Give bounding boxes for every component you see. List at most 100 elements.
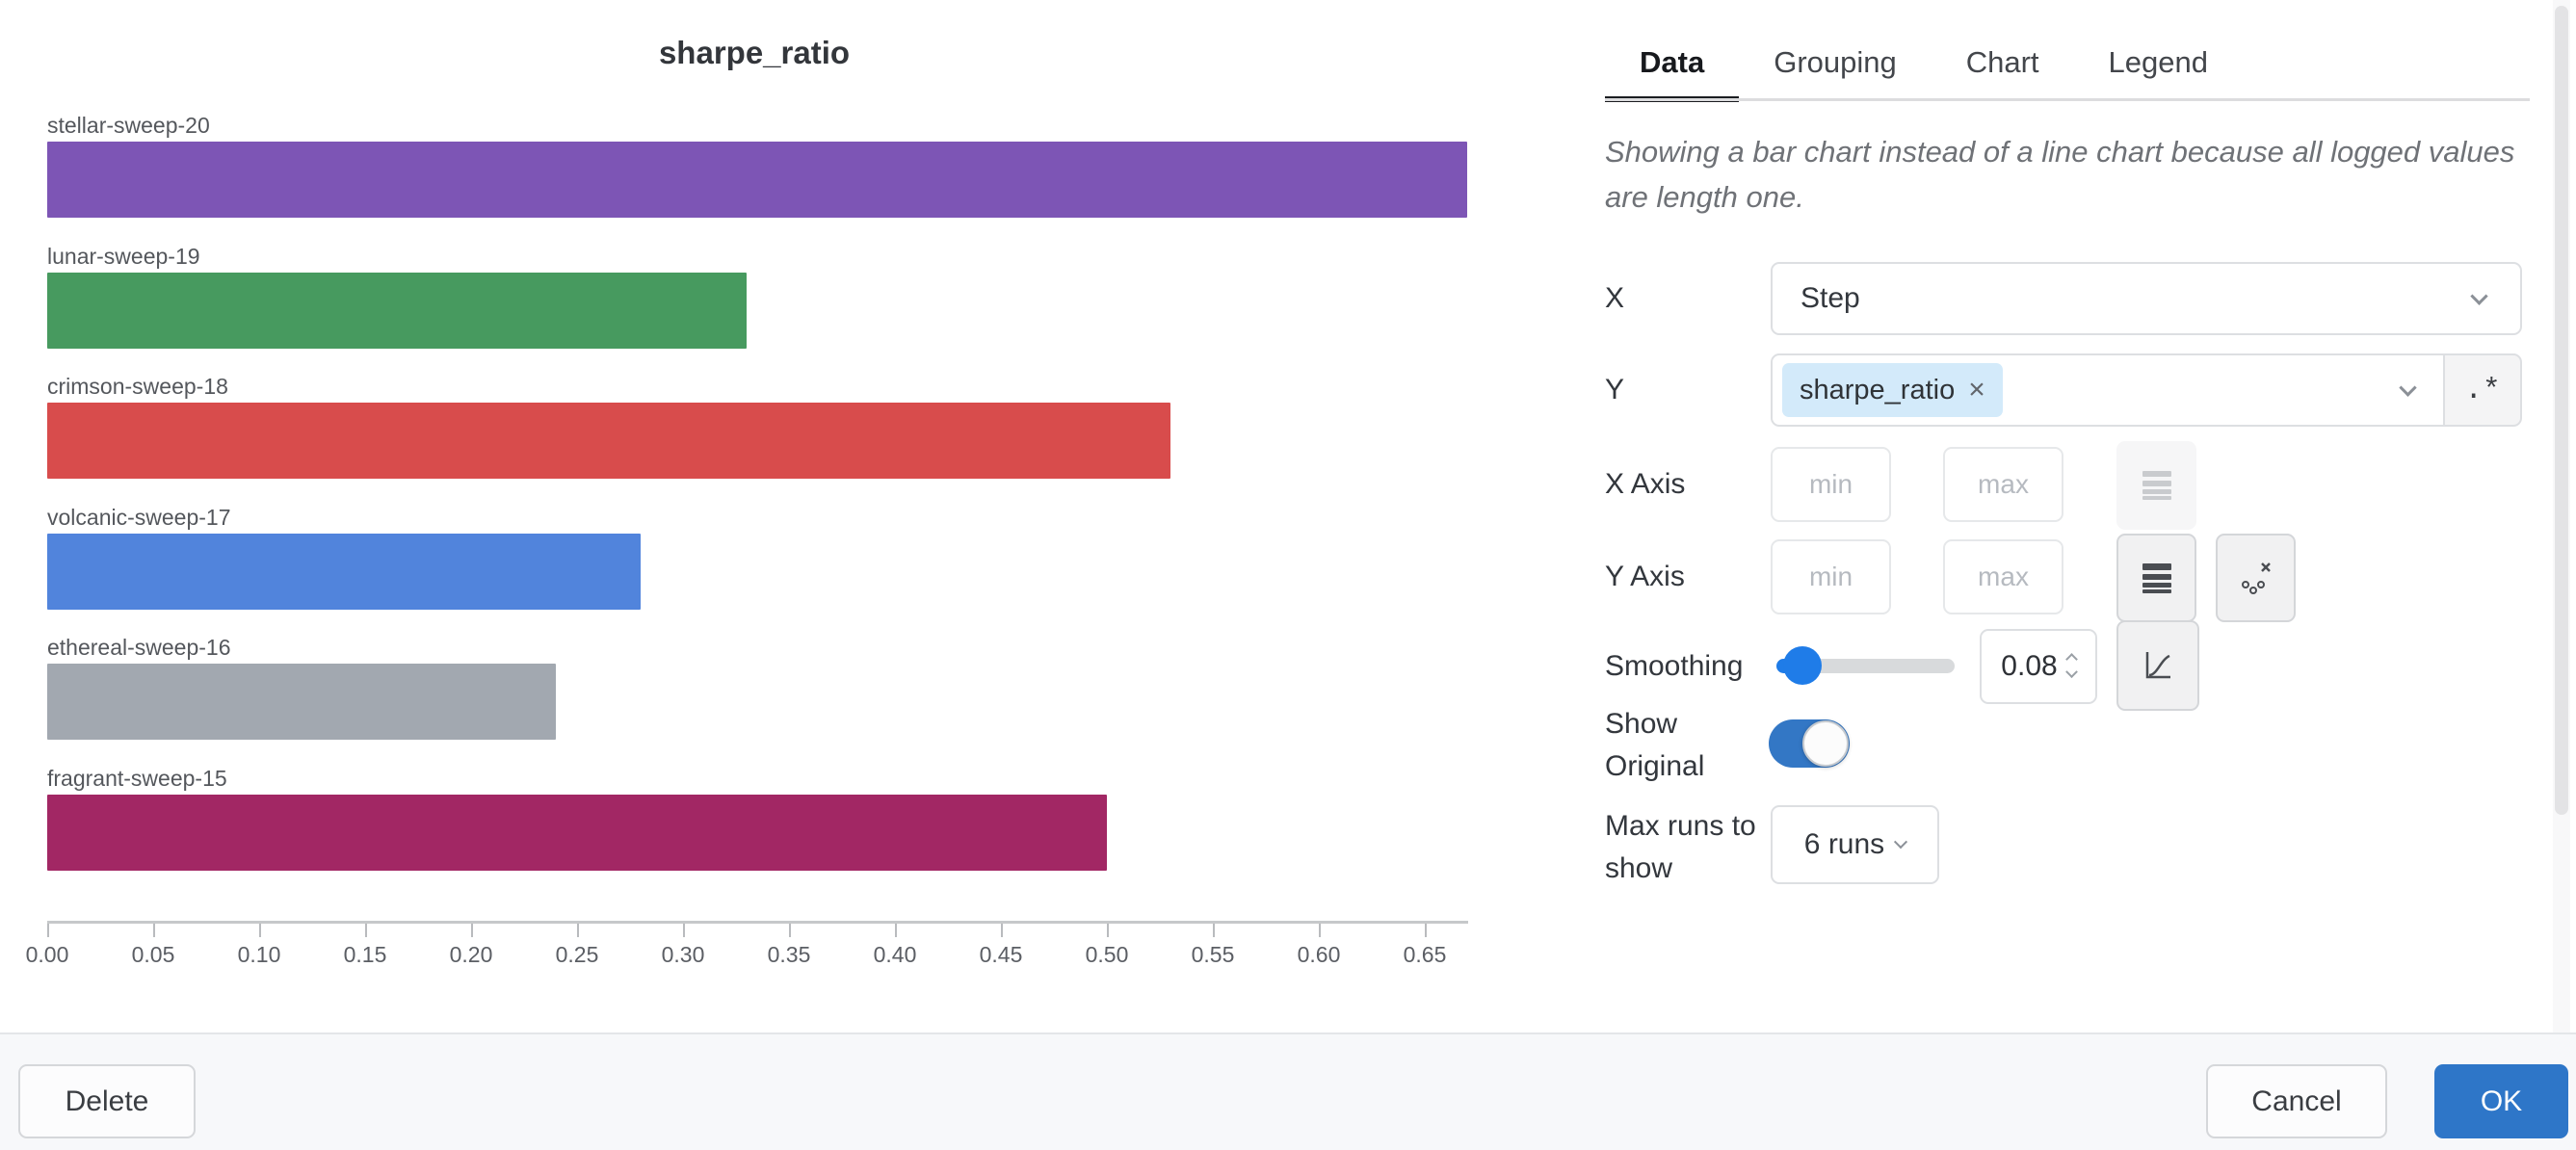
y-axis-log-scale-button[interactable]	[2116, 534, 2196, 622]
y-axis-max-input[interactable]	[1943, 539, 2063, 614]
smoothing-value-stepper[interactable]: 0.08	[1980, 629, 2097, 704]
y-metric-tag: sharpe_ratio ×	[1782, 363, 2003, 417]
x-tick	[1425, 924, 1427, 937]
x-tick-label: 0.20	[428, 942, 514, 968]
x-tick	[683, 924, 685, 937]
chart-title: sharpe_ratio	[0, 35, 1509, 71]
x-tick-label: 0.30	[640, 942, 726, 968]
bar	[47, 142, 1467, 218]
outliers-icon	[2239, 559, 2274, 597]
x-axis-field-label: X Axis	[1605, 463, 1685, 506]
x-tick	[577, 924, 579, 937]
run-label: volcanic-sweep-17	[47, 506, 230, 530]
x-tick-label: 0.25	[534, 942, 620, 968]
chevron-down-icon	[2399, 379, 2416, 396]
toggle-knob	[1802, 720, 1849, 767]
x-tick-label: 0.00	[4, 942, 91, 968]
x-tick	[1107, 924, 1109, 937]
chevron-up-icon[interactable]	[2065, 653, 2078, 666]
chevron-down-icon[interactable]	[2065, 666, 2078, 678]
bar-row: stellar-sweep-20	[0, 114, 1580, 222]
smoothing-slider[interactable]	[1776, 659, 1955, 673]
max-runs-select[interactable]: 6 runs	[1771, 805, 1939, 884]
x-tick-label: 0.45	[958, 942, 1044, 968]
x-select-value: Step	[1801, 282, 1860, 315]
close-icon[interactable]: ×	[1968, 376, 1985, 405]
x-tick-label: 0.65	[1381, 942, 1468, 968]
x-tick-label: 0.55	[1170, 942, 1256, 968]
x-tick	[153, 924, 155, 937]
x-tick-label: 0.15	[322, 942, 408, 968]
stepper-arrows	[2067, 655, 2076, 679]
chart-type-note: Showing a bar chart instead of a line ch…	[1605, 129, 2520, 220]
smoothing-value: 0.08	[2001, 650, 2057, 683]
y-field-label: Y	[1605, 369, 1624, 411]
bar	[47, 273, 747, 349]
smoothing-field-label: Smoothing	[1605, 645, 1743, 688]
max-runs-value: 6 runs	[1804, 828, 1884, 861]
x-tick-label: 0.10	[216, 942, 302, 968]
bar	[47, 664, 556, 740]
tab-legend[interactable]: Legend	[2074, 27, 2243, 98]
x-select[interactable]: Step	[1771, 262, 2522, 335]
chevron-down-icon	[1894, 835, 1907, 849]
x-field-label: X	[1605, 277, 1624, 320]
bar-row: volcanic-sweep-17	[0, 506, 1580, 614]
delete-button[interactable]: Delete	[18, 1064, 196, 1138]
scrollbar-thumb[interactable]	[2555, 6, 2568, 815]
bar	[47, 534, 641, 610]
run-label: lunar-sweep-19	[47, 245, 200, 269]
bar	[47, 795, 1107, 871]
bar-row: ethereal-sweep-16	[0, 636, 1580, 744]
y-axis-ignore-outliers-button[interactable]	[2216, 534, 2296, 622]
dialog-footer: Delete Cancel OK	[0, 1032, 2576, 1150]
x-axis-min-input[interactable]	[1771, 447, 1891, 522]
run-label: ethereal-sweep-16	[47, 636, 231, 660]
x-tick	[1213, 924, 1215, 937]
show-original-label: Show Original	[1605, 703, 1769, 788]
regex-toggle-button[interactable]: .*	[2443, 353, 2522, 427]
ema-curve-icon	[2142, 648, 2174, 683]
log-scale-icon	[2142, 471, 2171, 500]
smoothing-type-button[interactable]	[2116, 620, 2199, 711]
bar	[47, 403, 1170, 479]
tab-chart[interactable]: Chart	[1932, 27, 2074, 98]
bar-row: fragrant-sweep-15	[0, 767, 1580, 875]
run-label: fragrant-sweep-15	[47, 767, 227, 791]
log-scale-icon	[2142, 563, 2171, 593]
x-tick	[365, 924, 367, 937]
y-axis-min-input[interactable]	[1771, 539, 1891, 614]
show-original-toggle[interactable]	[1769, 719, 1850, 768]
x-tick	[1319, 924, 1321, 937]
smoothing-slider-knob[interactable]	[1783, 646, 1822, 685]
chart-editor-dialog: sharpe_ratio stellar-sweep-20 lunar-sweep…	[0, 0, 2576, 1150]
chart-preview: sharpe_ratio stellar-sweep-20 lunar-sweep…	[0, 0, 1580, 1032]
scrollbar-track[interactable]	[2553, 0, 2570, 1032]
bar-row: crimson-sweep-18	[0, 375, 1580, 483]
tab-data[interactable]: Data	[1605, 27, 1739, 98]
chevron-down-icon	[2470, 287, 2487, 304]
x-tick	[895, 924, 897, 937]
tab-underline	[1605, 98, 2530, 101]
x-tick-label: 0.35	[746, 942, 832, 968]
x-axis-log-scale-button[interactable]	[2116, 441, 2196, 530]
max-runs-label: Max runs to show	[1605, 805, 1778, 890]
y-metric-tag-label: sharpe_ratio	[1800, 375, 1955, 406]
x-tick-label: 0.05	[110, 942, 197, 968]
x-tick	[1001, 924, 1003, 937]
cancel-button[interactable]: Cancel	[2206, 1064, 2387, 1138]
y-select[interactable]: sharpe_ratio ×	[1771, 353, 2445, 427]
config-panel: DataGroupingChartLegend Showing a bar ch…	[1580, 0, 2576, 1032]
run-label: crimson-sweep-18	[47, 375, 228, 399]
ok-button[interactable]: OK	[2434, 1064, 2568, 1138]
y-axis-field-label: Y Axis	[1605, 556, 1685, 598]
x-tick	[471, 924, 473, 937]
run-label: stellar-sweep-20	[47, 114, 210, 138]
x-tick-label: 0.60	[1275, 942, 1362, 968]
x-tick-label: 0.40	[852, 942, 938, 968]
tab-bar: DataGroupingChartLegend	[1605, 27, 2243, 100]
tab-grouping[interactable]: Grouping	[1739, 27, 1932, 98]
bar-row: lunar-sweep-19	[0, 245, 1580, 353]
x-axis-max-input[interactable]	[1943, 447, 2063, 522]
x-tick	[789, 924, 791, 937]
